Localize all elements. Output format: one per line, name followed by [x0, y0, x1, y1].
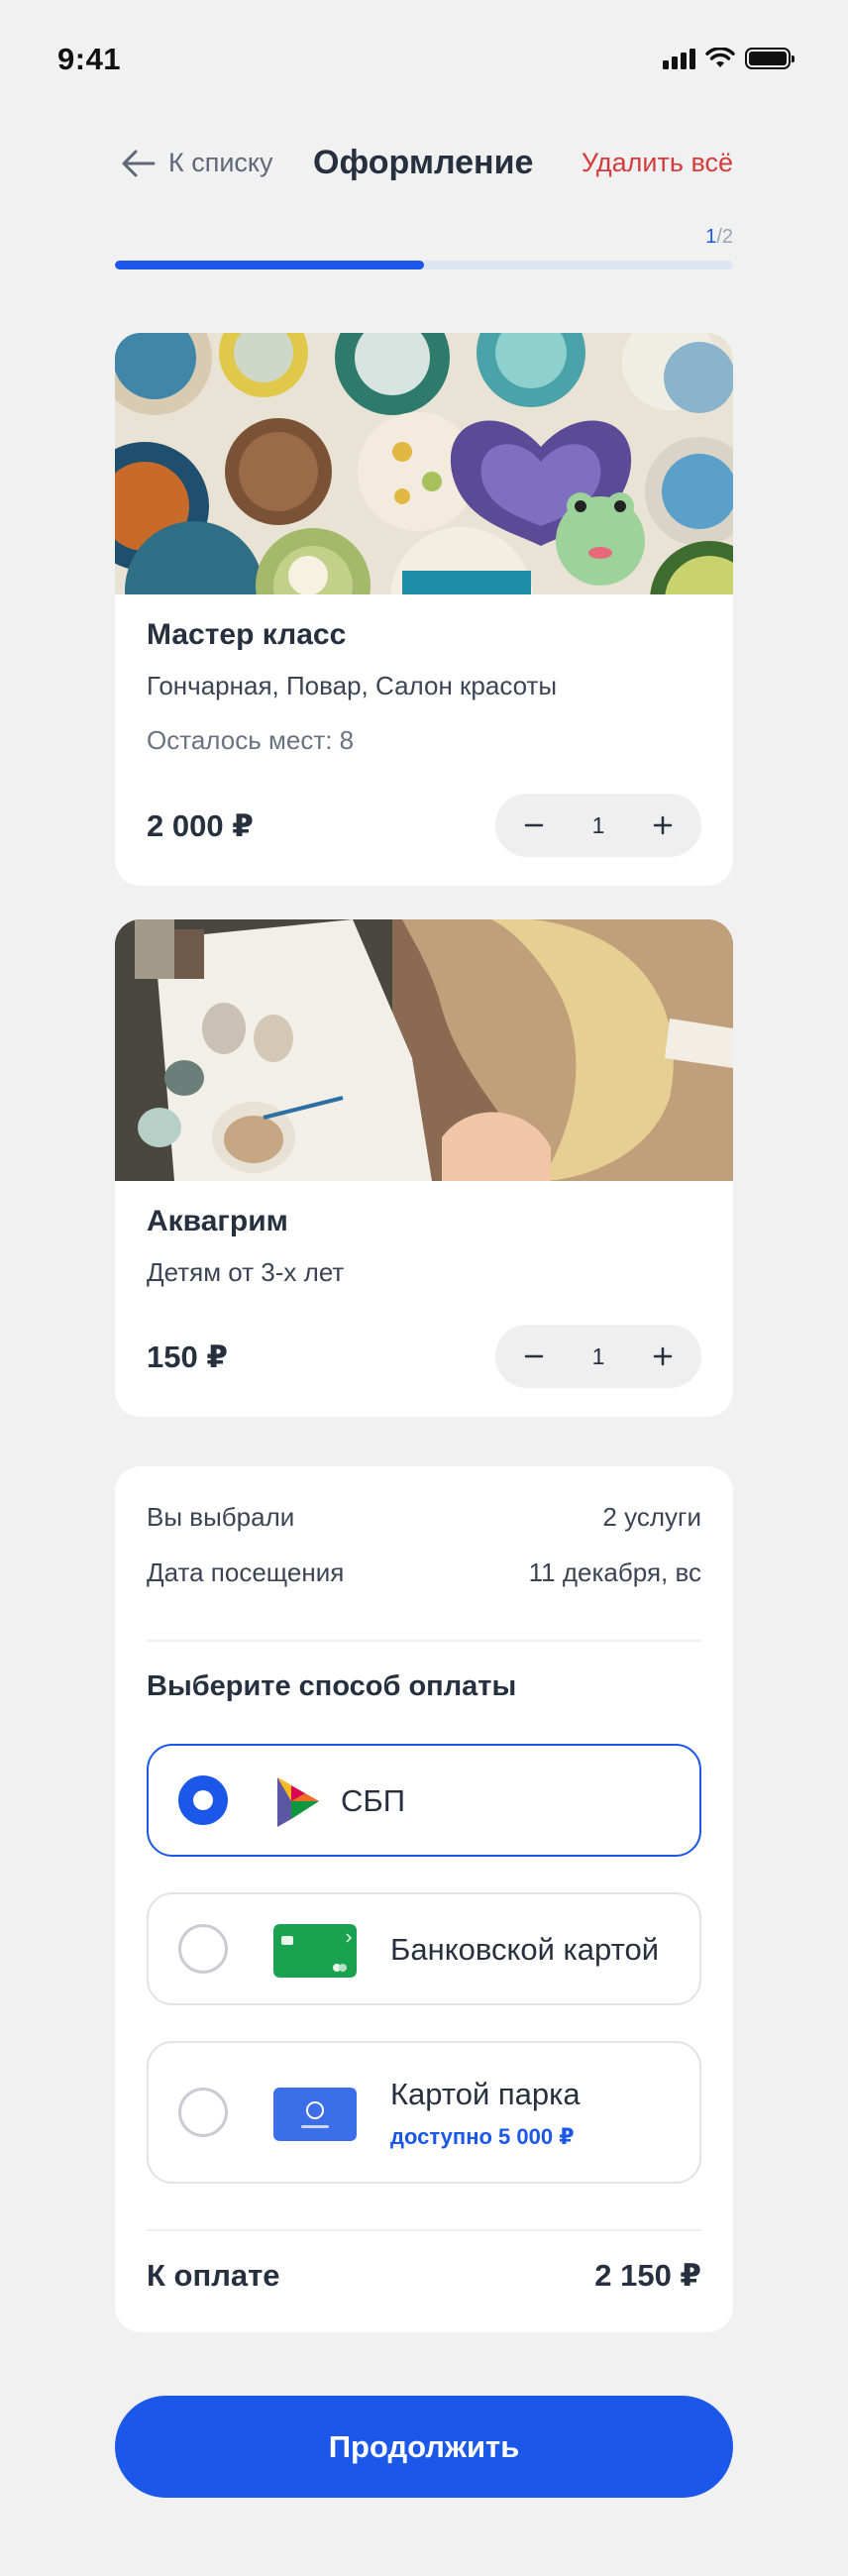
item-price: 2 000 ₽	[147, 808, 254, 843]
back-to-list-link[interactable]: К списку	[121, 148, 273, 178]
cart-item-master-class: Мастер класс Гончарная, Повар, Салон кра…	[115, 333, 733, 886]
payment-option-label: СБП	[341, 1783, 406, 1818]
park-card-balance: доступно 5 000 ₽	[390, 2124, 575, 2149]
radio-selected[interactable]	[178, 1775, 228, 1825]
summary-date-row: Дата посещения 11 декабря, вс	[147, 1557, 701, 1588]
increase-quantity-button[interactable]	[648, 810, 678, 840]
plus-icon	[653, 1346, 673, 1366]
payment-option-label: Банковской картой	[390, 1932, 660, 1967]
quantity-value: 1	[591, 811, 605, 838]
minus-icon	[524, 1354, 544, 1358]
status-icons	[663, 48, 795, 69]
item-subtitle: Гончарная, Повар, Салон красоты	[147, 671, 558, 700]
item-price: 150 ₽	[147, 1340, 228, 1374]
summary-chosen-value: 2 услуги	[602, 1502, 701, 1532]
status-time: 9:41	[57, 42, 122, 76]
payment-option-label: Картой парка	[390, 2077, 581, 2111]
delete-all-button[interactable]: Удалить всё	[582, 148, 733, 178]
payment-option-bank-card[interactable]: Банковской картой	[147, 1892, 701, 2005]
park-card-icon	[273, 2088, 357, 2141]
plus-icon	[653, 815, 673, 835]
item-title: Аквагрим	[147, 1205, 288, 1237]
decrease-quantity-button[interactable]	[519, 810, 549, 840]
quantity-stepper: 1	[495, 1325, 701, 1388]
cart-item-face-painting: Аквагрим Детям от 3-х лет 150 ₽ 1	[115, 919, 733, 1417]
bank-card-icon	[273, 1924, 357, 1978]
decrease-quantity-button[interactable]	[519, 1342, 549, 1371]
summary-date-value: 11 декабря, вс	[528, 1557, 701, 1587]
header: К списку Оформление Удалить всё	[115, 144, 733, 191]
increase-quantity-button[interactable]	[648, 1342, 678, 1371]
radio-unselected[interactable]	[178, 2088, 228, 2137]
total-row: К оплате 2 150 ₽	[147, 2258, 701, 2294]
ceramic-plates-image	[115, 333, 733, 594]
payment-option-park-card[interactable]: Картой парка доступно 5 000 ₽	[147, 2041, 701, 2184]
summary-chosen-label: Вы выбрали	[147, 1502, 295, 1532]
order-summary: Вы выбрали 2 услуги Дата посещения 11 де…	[115, 1466, 733, 2332]
face-painting-image	[115, 919, 733, 1181]
payment-method-title: Выберите способ оплаты	[147, 1670, 517, 1702]
progress-bar	[115, 261, 733, 269]
page-title: Оформление	[313, 144, 534, 181]
arrow-left-icon	[122, 150, 156, 176]
item-seats-left: Осталось мест: 8	[147, 725, 355, 755]
progress-fill	[115, 261, 424, 269]
back-label: К списку	[168, 148, 273, 177]
divider	[147, 2229, 701, 2231]
total-value: 2 150 ₽	[594, 2258, 701, 2293]
quantity-stepper: 1	[495, 794, 701, 857]
item-title: Мастер класс	[147, 618, 347, 651]
divider	[147, 1640, 701, 1642]
minus-icon	[524, 823, 544, 827]
payment-option-sbp[interactable]: СБП	[147, 1744, 701, 1857]
item-subtitle: Детям от 3-х лет	[147, 1257, 345, 1287]
summary-date-label: Дата посещения	[147, 1557, 345, 1587]
summary-chosen-row: Вы выбрали 2 услуги	[147, 1502, 701, 1533]
continue-button[interactable]: Продолжить	[115, 2396, 733, 2498]
radio-unselected[interactable]	[178, 1924, 228, 1974]
cellular-signal-icon	[663, 48, 695, 69]
step-counter: 1/2	[705, 226, 733, 249]
step-current: 1	[705, 226, 717, 248]
sbp-logo-icon	[277, 1777, 319, 1827]
battery-icon	[745, 48, 795, 69]
step-total: 2	[721, 226, 733, 248]
total-label: К оплате	[147, 2258, 280, 2293]
quantity-value: 1	[591, 1342, 605, 1369]
wifi-icon	[705, 48, 735, 67]
